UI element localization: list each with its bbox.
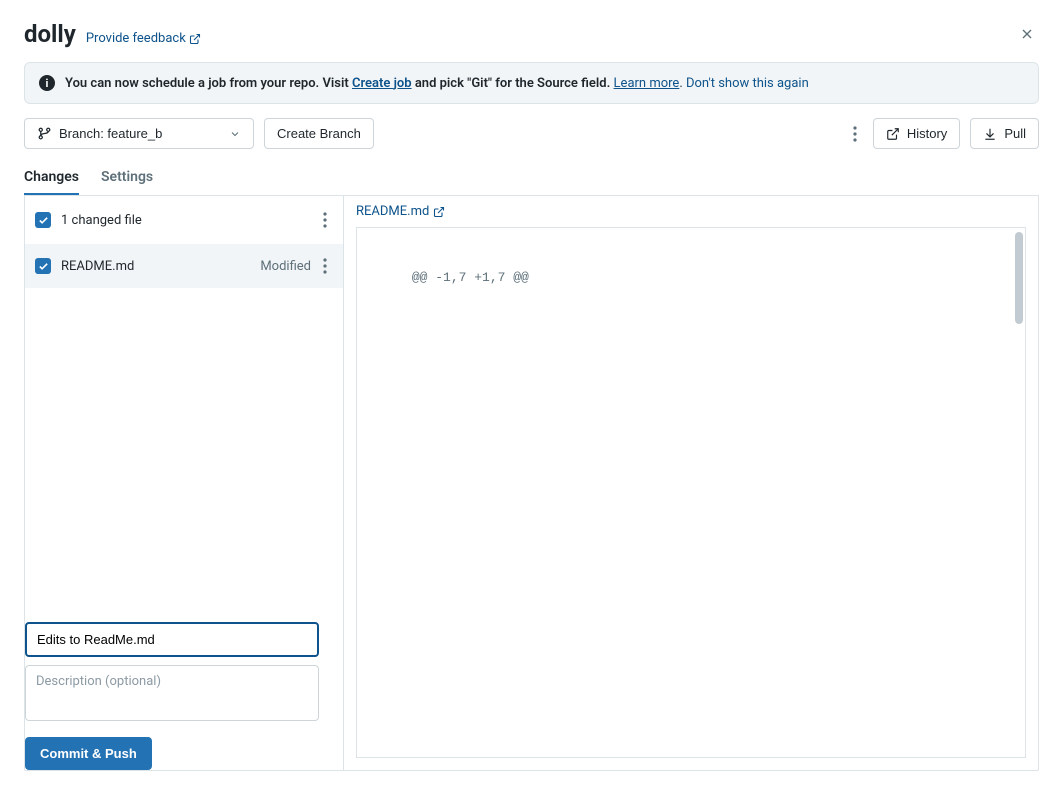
history-label: History — [907, 126, 947, 141]
info-icon: i — [39, 75, 55, 91]
pull-button[interactable]: Pull — [970, 118, 1039, 149]
banner-dot: . — [679, 76, 686, 91]
changed-files-header: 1 changed file — [25, 196, 343, 244]
banner-middle: and pick "Git" for the Source field. — [412, 76, 614, 91]
diff-file-link[interactable]: README.md — [356, 204, 445, 219]
tabs: Changes Settings — [24, 161, 1039, 196]
page-title: dolly — [24, 20, 76, 48]
external-link-icon — [433, 206, 445, 218]
branch-label: Branch: feature_b — [59, 126, 162, 141]
git-branch-icon — [37, 126, 52, 141]
toolbar-overflow-menu[interactable] — [847, 120, 863, 148]
tab-changes[interactable]: Changes — [24, 161, 79, 195]
chevron-down-icon — [229, 128, 241, 140]
external-link-icon — [189, 33, 201, 45]
provide-feedback-link[interactable]: Provide feedback — [86, 31, 201, 46]
learn-more-link[interactable]: Learn more — [614, 76, 680, 91]
file-checkbox[interactable] — [35, 258, 51, 274]
download-icon — [983, 127, 997, 141]
dismiss-banner-link[interactable]: Don't show this again — [686, 76, 809, 91]
info-banner: i You can now schedule a job from your r… — [24, 62, 1039, 104]
branch-selector[interactable]: Branch: feature_b — [24, 118, 254, 149]
pull-label: Pull — [1004, 126, 1026, 141]
diff-line: @@ -1,7 +1,7 @@ — [404, 268, 1026, 288]
select-all-checkbox[interactable] — [35, 212, 51, 228]
close-icon[interactable] — [1015, 22, 1039, 46]
file-name: README.md — [61, 259, 134, 274]
commit-push-button[interactable]: Commit & Push — [25, 737, 152, 770]
create-job-label: Create job — [352, 76, 412, 91]
history-button[interactable]: History — [873, 118, 960, 149]
file-status: Modified — [260, 259, 311, 274]
banner-text: You can now schedule a job from your rep… — [65, 76, 809, 91]
file-row-menu[interactable] — [317, 252, 333, 280]
tab-settings[interactable]: Settings — [101, 161, 153, 195]
commit-message-input[interactable] — [25, 622, 319, 657]
file-row[interactable]: README.md Modified — [25, 244, 343, 288]
provide-feedback-label: Provide feedback — [86, 31, 186, 46]
scrollbar-thumb[interactable] — [1015, 232, 1023, 324]
diff-viewer[interactable]: @@ -1,7 +1,7 @@ # Dolly Databricks' [Dol… — [356, 227, 1026, 758]
create-job-link[interactable]: Create job — [352, 76, 412, 91]
diff-file-name: README.md — [356, 204, 429, 219]
changed-files-menu[interactable] — [317, 206, 333, 234]
changed-files-summary: 1 changed file — [61, 213, 142, 228]
banner-prefix: You can now schedule a job from your rep… — [65, 76, 352, 91]
commit-description-input[interactable] — [25, 665, 319, 721]
external-link-icon — [886, 127, 900, 141]
create-branch-button[interactable]: Create Branch — [264, 118, 374, 149]
